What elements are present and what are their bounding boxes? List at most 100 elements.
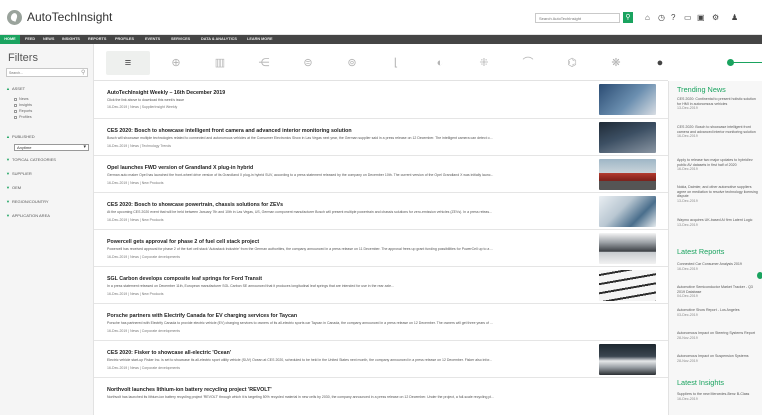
filter-section-asset[interactable]: ▲ ASSET xyxy=(6,86,25,91)
insight-item[interactable]: Suppliers to the new Mercedes-Benz B-Cla… xyxy=(677,392,759,401)
report-item[interactable]: Connected Car Consumer Analysis 2019 16-D… xyxy=(677,262,759,271)
tab-sensor-icon[interactable]: ● xyxy=(638,51,682,75)
tab-battery-icon[interactable]: ▥ xyxy=(198,51,242,75)
article-meta: 16-Dec-2019 | News | SupplierInsight Wee… xyxy=(107,105,178,109)
article-title[interactable]: Powercell gets approval for phase 2 of f… xyxy=(107,239,259,245)
tab-network-icon[interactable]: ⁜ xyxy=(462,51,506,75)
report-item[interactable]: Automotive Show Report - Los Angeles 03-D… xyxy=(677,308,759,317)
filter-option-reports[interactable]: Reports xyxy=(14,109,32,113)
search-icon[interactable]: ⚲ xyxy=(81,69,85,76)
tab-seat-icon[interactable]: ⌊ xyxy=(374,51,418,75)
nav-events[interactable]: EVENTS xyxy=(145,35,160,44)
user-icon[interactable]: ♟ xyxy=(731,12,738,23)
article-desc: Bosch will showcase multiple technologie… xyxy=(107,136,493,140)
home-icon[interactable]: ⌂ xyxy=(645,12,650,23)
feed-item[interactable]: SGL Carbon develops composite leaf sprin… xyxy=(94,267,668,304)
checkbox[interactable] xyxy=(14,115,17,119)
article-title[interactable]: CES 2020: Bosch to showcase powertrain, … xyxy=(107,202,283,208)
feed-item[interactable]: CES 2020: Bosch to showcase powertrain, … xyxy=(94,193,668,230)
nav-news[interactable]: NEWS xyxy=(43,35,54,44)
article-title[interactable]: Opel launches FWD version of Grandland X… xyxy=(107,165,253,171)
trending-item[interactable]: CES 2020: Bosch to showcase intelligent … xyxy=(677,125,759,139)
top-header: AutoTechInsight ⚲ ⌂ ◷ ? ▭ ▣ ⚙ ♟ xyxy=(0,0,762,35)
trending-item[interactable]: Apply to release two major updates to hy… xyxy=(677,158,759,172)
filter-search-input[interactable] xyxy=(6,68,88,77)
feed-item[interactable]: Porsche partners with Electrify Canada f… xyxy=(94,304,668,341)
search-button[interactable]: ⚲ xyxy=(623,12,633,23)
trending-item[interactable]: Nokia, Daimler, and other automotive sup… xyxy=(677,185,759,203)
global-search-input[interactable] xyxy=(535,13,620,23)
nav-home[interactable]: HOME xyxy=(0,35,20,44)
caret-down-icon: ▼ xyxy=(6,171,10,176)
article-title[interactable]: CES 2020: Bosch to showcase intelligent … xyxy=(107,128,352,134)
nav-profiles[interactable]: PROFILES xyxy=(115,35,134,44)
article-title[interactable]: SGL Carbon develops composite leaf sprin… xyxy=(107,276,262,282)
checkbox[interactable] xyxy=(14,103,17,107)
image-icon[interactable]: ▣ xyxy=(697,12,705,23)
article-title[interactable]: CES 2020: Fisker to showcase all-electri… xyxy=(107,350,231,356)
article-title[interactable]: Porsche partners with Electrify Canada f… xyxy=(107,313,297,319)
filter-option-profiles[interactable]: Profiles xyxy=(14,115,32,119)
tab-light-icon[interactable]: ◐ xyxy=(418,51,462,75)
article-title[interactable]: AutoTechInsight Weekly – 16th December 2… xyxy=(107,90,225,96)
history-icon[interactable]: ◷ xyxy=(658,12,665,23)
tab-list-icon[interactable]: ≡ xyxy=(106,51,150,75)
filter-section-published[interactable]: ▲ PUBLISHED xyxy=(6,134,35,139)
article-thumbnail[interactable] xyxy=(599,196,656,227)
scroll-handle[interactable] xyxy=(757,272,762,279)
article-desc: At the upcoming CES 2020 event that will… xyxy=(107,210,493,214)
tab-connectivity-icon[interactable]: ⊜ xyxy=(286,51,330,75)
nav-reports[interactable]: REPORTS xyxy=(88,35,106,44)
article-meta: 16-Dec-2019 | News | Corporate developme… xyxy=(107,255,181,259)
tab-engine-icon[interactable]: ⌬ xyxy=(550,51,594,75)
published-select[interactable]: Anytime xyxy=(14,144,89,151)
tab-wheel-icon[interactable]: ⊕ xyxy=(154,51,198,75)
feed-item[interactable]: CES 2020: Fisker to showcase all-electri… xyxy=(94,341,668,378)
latest-insights-title: Latest Insights xyxy=(677,378,725,387)
nav-feed[interactable]: FEED xyxy=(25,35,35,44)
article-thumbnail[interactable] xyxy=(599,159,656,190)
filter-option-insights[interactable]: Insights xyxy=(14,103,32,107)
report-item[interactable]: Automotive Semiconductor Market Tracker … xyxy=(677,285,759,299)
article-thumbnail[interactable] xyxy=(599,122,656,153)
filter-section-topical[interactable]: ▼ TOPICAL CATEGORIES xyxy=(6,157,56,162)
checkbox[interactable] xyxy=(14,97,17,101)
app-title[interactable]: AutoTechInsight xyxy=(27,10,112,24)
right-panel: Trending News CES 2020: Continental to p… xyxy=(668,81,762,415)
help-icon[interactable]: ? xyxy=(671,12,675,23)
report-item[interactable]: Autonomous Impact on Steering Systems Re… xyxy=(677,331,759,340)
feed-item[interactable]: Powercell gets approval for phase 2 of f… xyxy=(94,230,668,267)
article-thumbnail[interactable] xyxy=(599,84,656,115)
nav-insights[interactable]: INSIGHTS xyxy=(62,35,80,44)
report-item[interactable]: Autonomous Impact on Suspension Systems 2… xyxy=(677,354,759,363)
article-thumbnail[interactable] xyxy=(599,233,656,264)
tab-powertrain-icon[interactable]: ⋲ xyxy=(242,51,286,75)
filter-section-supplier[interactable]: ▼ SUPPLIER xyxy=(6,171,32,176)
trending-item[interactable]: Waymo acquires UK-based AI firm Latent L… xyxy=(677,218,759,227)
logo-icon[interactable] xyxy=(7,10,22,25)
trending-item[interactable]: CES 2020: Continental to present holisti… xyxy=(677,97,759,111)
filter-section-region[interactable]: ▼ REGION/COUNTRY xyxy=(6,199,49,204)
feed-item[interactable]: Opel launches FWD version of Grandland X… xyxy=(94,156,668,193)
nav-services[interactable]: SERVICES xyxy=(171,35,190,44)
feed-item[interactable]: Northvolt launches lithium-ion battery r… xyxy=(94,378,668,415)
tab-car-body-icon[interactable]: ⌒ xyxy=(506,51,550,75)
article-thumbnail[interactable] xyxy=(599,344,656,375)
tab-brake-icon[interactable]: ⊚ xyxy=(330,51,374,75)
filter-section-oem[interactable]: ▼ OEM xyxy=(6,185,21,190)
article-thumbnail[interactable] xyxy=(599,270,656,301)
feed-item[interactable]: CES 2020: Bosch to showcase intelligent … xyxy=(94,119,668,156)
filter-section-application[interactable]: ▼ APPLICATION AREA xyxy=(6,213,50,218)
article-title[interactable]: Northvolt launches lithium-ion battery r… xyxy=(107,387,272,393)
filter-option-news[interactable]: News xyxy=(14,97,29,101)
tab-climate-icon[interactable]: ❋ xyxy=(594,51,638,75)
nav-learn-more[interactable]: LEARN MORE xyxy=(247,35,273,44)
nav-data-analytics[interactable]: DATA & ANALYTICS xyxy=(201,35,237,44)
checkbox[interactable] xyxy=(14,109,17,113)
gear-icon[interactable]: ⚙ xyxy=(712,12,719,23)
feed-item[interactable]: AutoTechInsight Weekly – 16th December 2… xyxy=(94,81,668,119)
filters-title: Filters xyxy=(8,52,38,64)
book-icon[interactable]: ▭ xyxy=(684,12,692,23)
news-feed: AutoTechInsight Weekly – 16th December 2… xyxy=(94,81,668,415)
caret-down-icon: ▼ xyxy=(6,157,10,162)
